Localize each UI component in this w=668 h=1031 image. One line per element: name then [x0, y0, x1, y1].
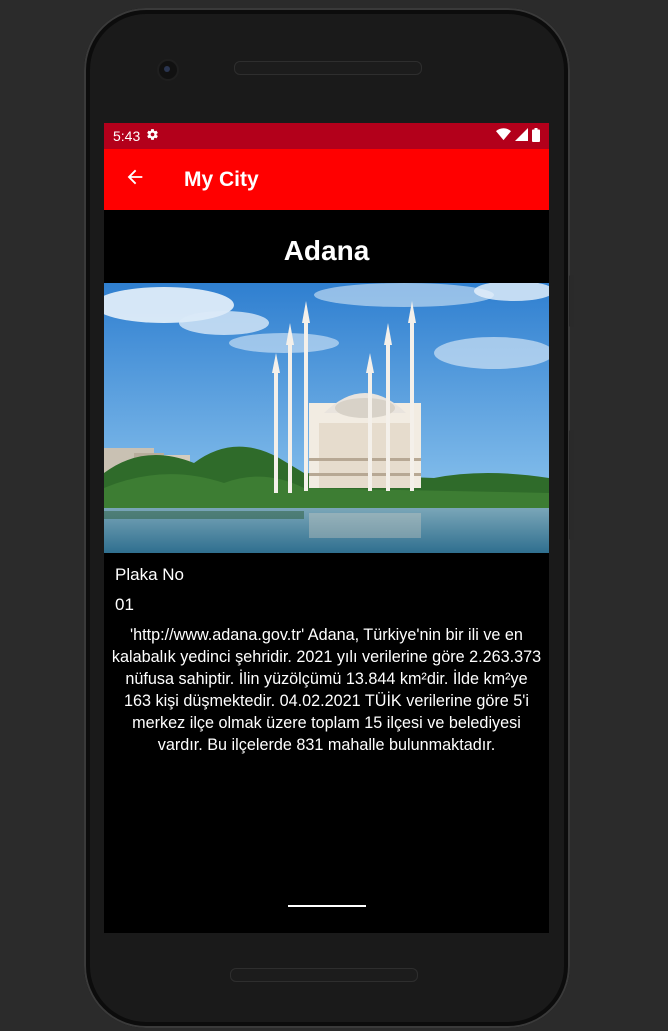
city-name-heading: Adana: [283, 235, 370, 266]
plate-value: 01: [115, 595, 134, 614]
wifi-icon: [496, 128, 511, 144]
status-time: 5:43: [113, 128, 141, 144]
bottom-speaker: [230, 968, 418, 982]
sensor-slot: [308, 30, 342, 40]
back-button[interactable]: [104, 149, 164, 210]
earpiece-speaker: [234, 61, 422, 75]
arrow-back-icon: [124, 166, 146, 193]
battery-icon: [532, 127, 540, 145]
settings-icon: [146, 128, 159, 144]
front-camera-icon: [157, 59, 179, 81]
home-indicator[interactable]: [288, 905, 366, 907]
app-bar-title: My City: [184, 167, 259, 191]
status-bar: 5:43: [104, 123, 549, 149]
plate-label: Plaka No: [115, 565, 184, 584]
volume-button: [569, 275, 574, 327]
phone-screen: 5:43 My City Adana Plaka No 01 'http://w…: [104, 123, 549, 933]
signal-icon: [515, 128, 528, 144]
city-description: 'http://www.adana.gov.tr' Adana, Türkiye…: [111, 626, 542, 754]
city-photo: [104, 283, 549, 553]
app-bar: My City: [104, 149, 549, 210]
power-button: [569, 430, 574, 540]
